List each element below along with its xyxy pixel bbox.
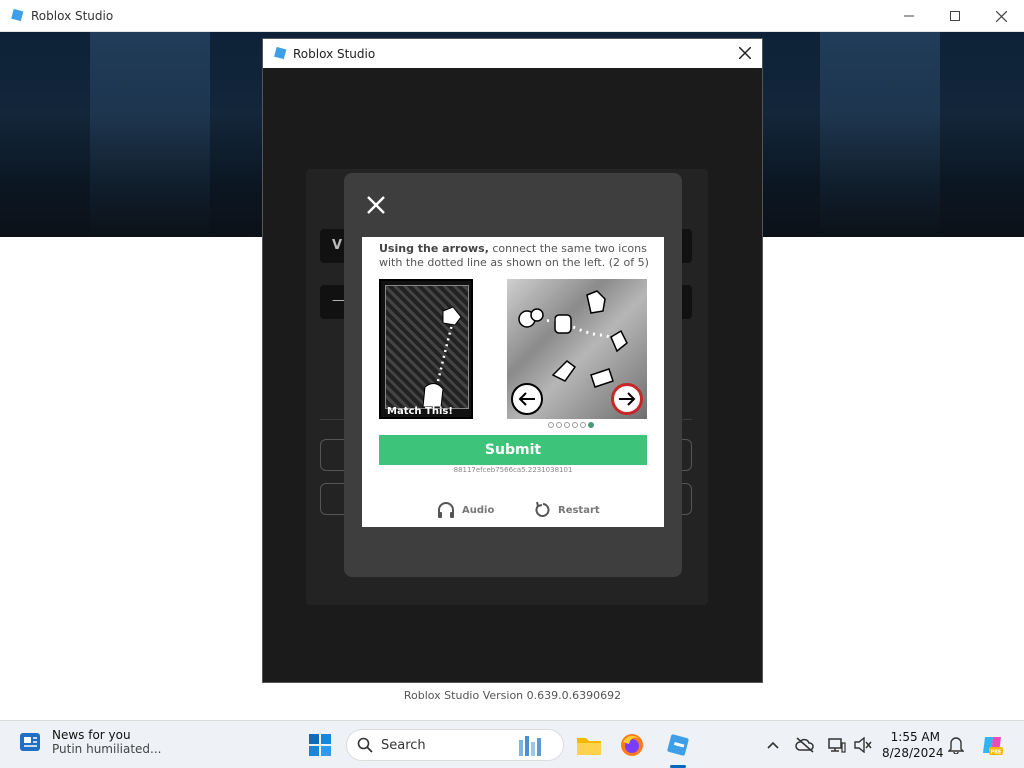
example-dotted-path-icon — [422, 306, 462, 408]
captcha-close-button[interactable] — [366, 195, 386, 215]
captcha-instructions: Using the arrows, connect the same two i… — [379, 242, 651, 270]
news-title: News for you — [52, 728, 131, 742]
minimize-button[interactable] — [886, 0, 932, 32]
chevron-up-icon — [767, 741, 779, 749]
arrow-right-icon — [619, 392, 636, 406]
clock-time: 1:55 AM — [890, 730, 940, 744]
taskbar-search[interactable]: Search — [346, 729, 564, 761]
clock-date: 8/28/2024 — [882, 746, 944, 760]
progress-dot — [564, 422, 570, 428]
restart-icon — [535, 501, 550, 517]
captcha-card: Using the arrows, connect the same two i… — [362, 237, 664, 527]
onedrive-tray[interactable] — [795, 735, 815, 755]
show-hidden-icons-button[interactable] — [763, 735, 783, 755]
notifications-button[interactable] — [946, 735, 966, 755]
session-id: 88117efceb7566ca5.2231038101 — [453, 466, 573, 474]
roblox-studio-logo-icon — [274, 46, 287, 59]
taskbar: News for you Putin humiliated... Search … — [0, 720, 1024, 768]
maximize-button[interactable] — [932, 0, 978, 32]
right-arrow-button[interactable] — [611, 383, 643, 415]
progress-dot — [580, 422, 586, 428]
close-icon — [367, 196, 385, 214]
news-text: News for you Putin humiliated... — [52, 728, 162, 756]
restart-label: Restart — [558, 504, 600, 516]
progress-dots — [548, 422, 594, 428]
close-icon — [995, 10, 1007, 22]
news-widget[interactable]: News for you Putin humiliated... — [18, 728, 162, 756]
restart-button[interactable]: Restart — [534, 499, 600, 521]
submit-button[interactable]: Submit — [379, 435, 647, 465]
app-titlebar: Roblox Studio — [0, 0, 1024, 32]
example-label: Match This! — [387, 406, 453, 417]
news-headline: Putin humiliated... — [52, 742, 162, 756]
maximize-icon — [950, 11, 960, 21]
light-beam — [90, 32, 210, 237]
login-dialog-titlebar: Roblox Studio — [263, 39, 762, 68]
close-window-button[interactable] — [978, 0, 1024, 32]
login-dialog-title: Roblox Studio — [293, 46, 376, 61]
arrow-left-icon — [518, 392, 535, 406]
taskbar-roblox-studio[interactable] — [664, 731, 692, 759]
roblox-studio-logo-icon — [11, 8, 24, 21]
cloud-offline-icon — [795, 737, 814, 753]
network-tray[interactable] — [827, 735, 847, 755]
close-icon — [739, 47, 751, 59]
search-label: Search — [381, 737, 426, 753]
ghost-letter: V — [332, 238, 343, 253]
network-icon — [828, 738, 846, 753]
captcha-modal: Using the arrows, connect the same two i… — [344, 173, 682, 577]
progress-dot — [556, 422, 562, 428]
volume-tray[interactable] — [853, 735, 873, 755]
bell-icon — [948, 737, 964, 754]
roblox-studio-icon — [667, 734, 689, 756]
copilot-icon: PRE — [983, 737, 1003, 756]
taskbar-file-explorer[interactable] — [575, 731, 603, 759]
search-highlight-icon — [519, 736, 541, 756]
app-title: Roblox Studio — [31, 8, 114, 23]
studio-version-label: Roblox Studio Version 0.639.0.6390692 — [403, 689, 622, 702]
instruction-bold: Using the arrows, — [379, 242, 489, 255]
speaker-muted-icon — [854, 737, 872, 753]
puzzle-image — [507, 279, 647, 419]
audio-button[interactable]: Audio — [436, 499, 494, 521]
taskbar-clock[interactable]: 1:55 AM 8/28/2024 — [882, 729, 944, 761]
light-beam — [820, 32, 940, 237]
headphones-icon — [438, 502, 454, 518]
minimize-icon — [904, 15, 914, 17]
audio-label: Audio — [462, 504, 495, 516]
progress-dot — [572, 422, 578, 428]
svg-text:PRE: PRE — [991, 750, 1003, 756]
firefox-icon — [621, 734, 643, 756]
progress-dot — [588, 422, 594, 428]
search-icon — [357, 737, 373, 753]
window-controls — [886, 0, 1024, 32]
copilot-button[interactable]: PRE — [980, 732, 1006, 758]
left-arrow-button[interactable] — [511, 383, 543, 415]
start-windows-icon[interactable] — [308, 733, 332, 757]
folder-icon — [577, 738, 601, 755]
taskbar-firefox[interactable] — [618, 731, 646, 759]
progress-dot — [548, 422, 554, 428]
login-dialog-close-button[interactable] — [736, 44, 754, 62]
example-image: Match This! — [379, 279, 473, 419]
news-icon — [20, 733, 40, 751]
